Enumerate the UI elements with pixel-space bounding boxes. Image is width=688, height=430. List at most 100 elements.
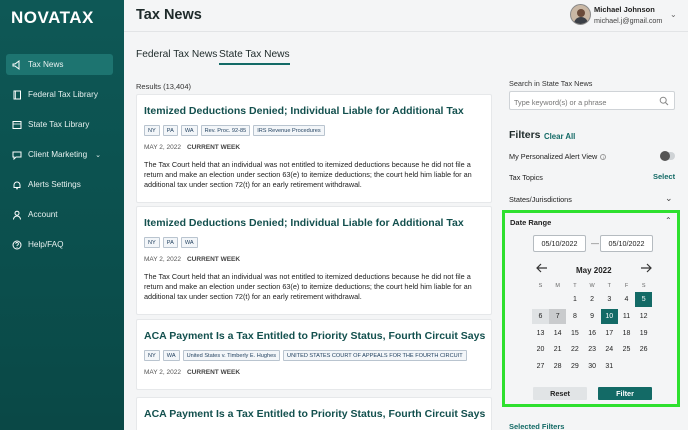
weekday-label: S bbox=[641, 283, 646, 289]
calendar-day-28[interactable]: 28 bbox=[549, 359, 566, 374]
article-card[interactable]: ACA Payment Is a Tax Entitled to Priorit… bbox=[136, 397, 492, 430]
tab-state-tax-news[interactable]: State Tax News bbox=[219, 49, 290, 65]
page-title: Tax News bbox=[136, 7, 202, 23]
selected-filters-heading: Selected Filters bbox=[509, 422, 565, 430]
article-title[interactable]: ACA Payment Is a Tax Entitled to Priorit… bbox=[144, 408, 485, 420]
megaphone-icon bbox=[12, 59, 22, 70]
alert-view-row: My Personalized Alert View i bbox=[509, 152, 607, 161]
sidebar-item-client-marketing[interactable]: Client Marketing ⌄ bbox=[6, 144, 113, 165]
sidebar-item-state-tax-library[interactable]: State Tax Library bbox=[6, 114, 113, 135]
current-week-badge: CURRENT WEEK bbox=[186, 144, 241, 151]
calendar-day-1[interactable]: 1 bbox=[566, 292, 583, 307]
clear-all-link[interactable]: Clear All bbox=[544, 132, 575, 141]
alert-view-toggle[interactable] bbox=[660, 151, 675, 161]
tax-topics-label: Tax Topics bbox=[509, 173, 543, 182]
calendar-day-18[interactable]: 18 bbox=[618, 326, 635, 341]
calendar-day-24[interactable]: 24 bbox=[601, 342, 618, 357]
chevron-down-icon[interactable]: ⌄ bbox=[670, 10, 677, 19]
sidebar-item-label: Help/FAQ bbox=[28, 240, 64, 249]
tag[interactable]: WA bbox=[180, 237, 198, 248]
calendar-day-21[interactable]: 21 bbox=[549, 342, 566, 357]
search-input[interactable] bbox=[510, 94, 655, 111]
article-card[interactable]: Itemized Deductions Denied; Individual L… bbox=[136, 206, 492, 315]
top-header: Tax News Michael Johnson michael.j@gmail… bbox=[124, 0, 688, 32]
calendar-day-8[interactable]: 8 bbox=[566, 309, 583, 324]
calendar-day-10[interactable]: 10 bbox=[600, 308, 618, 324]
tag[interactable]: Rev. Proc. 92-85 bbox=[200, 125, 251, 136]
tag[interactable]: NY bbox=[144, 237, 160, 248]
info-icon[interactable]: i bbox=[600, 154, 607, 161]
calendar-day-5[interactable]: 5 bbox=[635, 292, 653, 307]
article-title[interactable]: Itemized Deductions Denied; Individual L… bbox=[144, 217, 464, 229]
sidebar-item-alerts-settings[interactable]: Alerts Settings bbox=[6, 174, 113, 195]
calendar-day-25[interactable]: 25 bbox=[618, 342, 635, 357]
tab-federal-tax-news[interactable]: Federal Tax News bbox=[136, 49, 217, 60]
calendar-day-6[interactable]: 6 bbox=[532, 308, 549, 324]
tag[interactable]: United States v. Timberly E. Hughes bbox=[182, 350, 281, 361]
calendar-day-20[interactable]: 20 bbox=[532, 342, 549, 357]
sidebar-item-help-faq[interactable]: Help/FAQ bbox=[6, 234, 113, 255]
calendar-day-14[interactable]: 14 bbox=[549, 326, 566, 341]
user-name[interactable]: Michael Johnson bbox=[594, 5, 655, 14]
sidebar-item-account[interactable]: Account bbox=[6, 204, 113, 225]
sidebar-item-label: Federal Tax Library bbox=[28, 90, 98, 99]
filter-button[interactable]: Filter bbox=[598, 387, 652, 400]
weekday-label: F bbox=[624, 283, 629, 289]
article-title[interactable]: ACA Payment Is a Tax Entitled to Priorit… bbox=[144, 330, 485, 342]
calendar-day-31[interactable]: 31 bbox=[601, 359, 618, 374]
date-to-input[interactable]: 05/10/2022 bbox=[600, 235, 653, 252]
weekday-label: T bbox=[607, 283, 611, 289]
tag[interactable]: UNITED STATES COURT OF APPEALS FOR THE F… bbox=[283, 350, 467, 361]
calendar-day-9[interactable]: 9 bbox=[584, 309, 601, 324]
calendar-day-3[interactable]: 3 bbox=[601, 292, 618, 307]
novatax-logo: NOVATAX bbox=[11, 8, 94, 27]
sidebar-item-federal-tax-library[interactable]: Federal Tax Library bbox=[6, 84, 113, 105]
date-range-label[interactable]: Date Range bbox=[510, 218, 551, 227]
sidebar-item-tax-news[interactable]: Tax News bbox=[6, 54, 113, 75]
states-jurisdictions-label[interactable]: States/Jurisdictions bbox=[509, 195, 572, 204]
chevron-down-icon[interactable]: ⌄ bbox=[665, 193, 673, 204]
calendar-day-11[interactable]: 11 bbox=[618, 309, 635, 324]
calendar-day-29[interactable]: 29 bbox=[566, 359, 583, 374]
tax-topics-select-link[interactable]: Select bbox=[653, 172, 675, 181]
calendar-day-12[interactable]: 12 bbox=[635, 309, 652, 324]
reset-button[interactable]: Reset bbox=[533, 387, 587, 400]
next-month-arrow-icon[interactable] bbox=[640, 263, 653, 276]
help-icon bbox=[12, 240, 22, 250]
article-date: MAY 2, 2022 bbox=[144, 256, 181, 263]
chevron-up-icon[interactable]: ⌃ bbox=[665, 216, 672, 225]
prev-month-arrow-icon[interactable] bbox=[535, 263, 548, 276]
tag[interactable]: NY bbox=[144, 350, 160, 361]
tag[interactable]: WA bbox=[180, 125, 198, 136]
article-meta: MAY 2, 2022 CURRENT WEEK bbox=[144, 369, 240, 376]
article-title[interactable]: Itemized Deductions Denied; Individual L… bbox=[144, 105, 464, 117]
tag[interactable]: IRS Revenue Procedures bbox=[253, 125, 325, 136]
article-card[interactable]: Itemized Deductions Denied; Individual L… bbox=[136, 94, 492, 203]
tag[interactable]: PA bbox=[162, 125, 178, 136]
sidebar: NOVATAX Tax News Federal Tax Library Sta… bbox=[0, 0, 124, 430]
calendar-day-23[interactable]: 23 bbox=[584, 342, 601, 357]
date-from-input[interactable]: 05/10/2022 bbox=[533, 235, 586, 252]
avatar[interactable] bbox=[570, 4, 591, 25]
calendar-day-22[interactable]: 22 bbox=[566, 342, 583, 357]
calendar-day-15[interactable]: 15 bbox=[566, 326, 583, 341]
calendar-day-2[interactable]: 2 bbox=[584, 292, 601, 307]
calendar-day-17[interactable]: 17 bbox=[601, 326, 618, 341]
tag[interactable]: NY bbox=[144, 125, 160, 136]
calendar-day-27[interactable]: 27 bbox=[532, 359, 549, 374]
tag[interactable]: PA bbox=[162, 237, 178, 248]
calendar-day-7[interactable]: 7 bbox=[549, 308, 567, 324]
calendar-day-16[interactable]: 16 bbox=[584, 326, 601, 341]
calendar-day-30[interactable]: 30 bbox=[584, 359, 601, 374]
article-date: MAY 2, 2022 bbox=[144, 144, 181, 151]
calendar-day-19[interactable]: 19 bbox=[635, 326, 652, 341]
search-icon[interactable] bbox=[659, 96, 669, 106]
chat-icon bbox=[12, 150, 22, 160]
tag[interactable]: WA bbox=[162, 350, 180, 361]
article-card[interactable]: ACA Payment Is a Tax Entitled to Priorit… bbox=[136, 319, 492, 390]
calendar-day-26[interactable]: 26 bbox=[635, 342, 652, 357]
calendar-day-13[interactable]: 13 bbox=[532, 326, 549, 341]
article-meta: MAY 2, 2022 CURRENT WEEK bbox=[144, 144, 240, 151]
calendar-day-4[interactable]: 4 bbox=[618, 292, 635, 307]
book-icon bbox=[12, 90, 22, 100]
